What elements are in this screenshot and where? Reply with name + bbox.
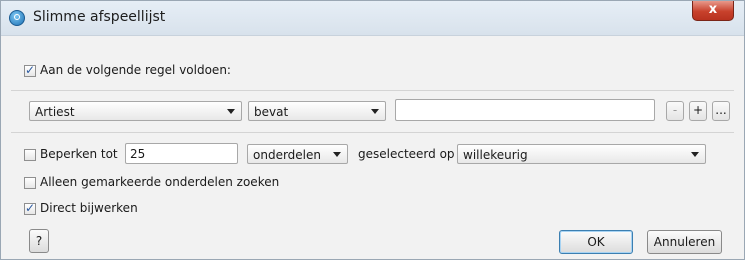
divider bbox=[11, 90, 734, 91]
help-button[interactable]: ? bbox=[29, 229, 49, 253]
remove-rule-button[interactable]: - bbox=[666, 101, 684, 121]
add-rule-button[interactable]: + bbox=[689, 101, 707, 121]
live-update-checkbox[interactable] bbox=[24, 201, 36, 215]
limit-checkbox[interactable] bbox=[24, 149, 36, 161]
operator-select[interactable]: bevat bbox=[248, 101, 386, 121]
chevron-down-icon bbox=[227, 109, 235, 114]
chevron-down-icon bbox=[691, 152, 699, 157]
itunes-icon bbox=[9, 10, 25, 26]
selected-by-value: willekeurig bbox=[463, 148, 528, 162]
smart-playlist-dialog: Slimme afspeellijst x Aan de volgende re… bbox=[0, 0, 745, 260]
only-checked-label: Alleen gemarkeerde onderdelen zoeken bbox=[40, 175, 280, 189]
limit-unit-select[interactable]: onderdelen bbox=[247, 144, 348, 164]
field-select-value: Artiest bbox=[35, 105, 75, 119]
operator-select-value: bevat bbox=[254, 105, 289, 119]
only-checked-checkbox[interactable] bbox=[24, 177, 36, 189]
cancel-button[interactable]: Annuleren bbox=[647, 230, 722, 254]
selected-by-select[interactable]: willekeurig bbox=[457, 144, 706, 164]
divider bbox=[11, 132, 734, 133]
selected-by-label: geselecteerd op bbox=[358, 147, 455, 161]
more-options-button[interactable]: ... bbox=[712, 101, 730, 121]
window-title: Slimme afspeellijst bbox=[33, 9, 166, 25]
close-button[interactable]: x bbox=[692, 1, 734, 21]
ok-button[interactable]: OK bbox=[559, 230, 633, 254]
match-rule-label: Aan de volgende regel voldoen: bbox=[40, 63, 231, 77]
limit-label: Beperken tot bbox=[40, 147, 118, 161]
limit-amount-text: 25 bbox=[130, 147, 146, 161]
limit-unit-value: onderdelen bbox=[253, 148, 321, 162]
rule-value-input[interactable] bbox=[395, 99, 655, 121]
chevron-down-icon bbox=[371, 109, 379, 114]
chevron-down-icon bbox=[333, 152, 341, 157]
limit-amount-input[interactable]: 25 bbox=[125, 143, 238, 164]
match-rule-checkbox[interactable] bbox=[24, 63, 36, 77]
title-bar: Slimme afspeellijst x bbox=[1, 1, 744, 36]
field-select[interactable]: Artiest bbox=[29, 101, 242, 121]
live-update-label: Direct bijwerken bbox=[40, 201, 138, 215]
